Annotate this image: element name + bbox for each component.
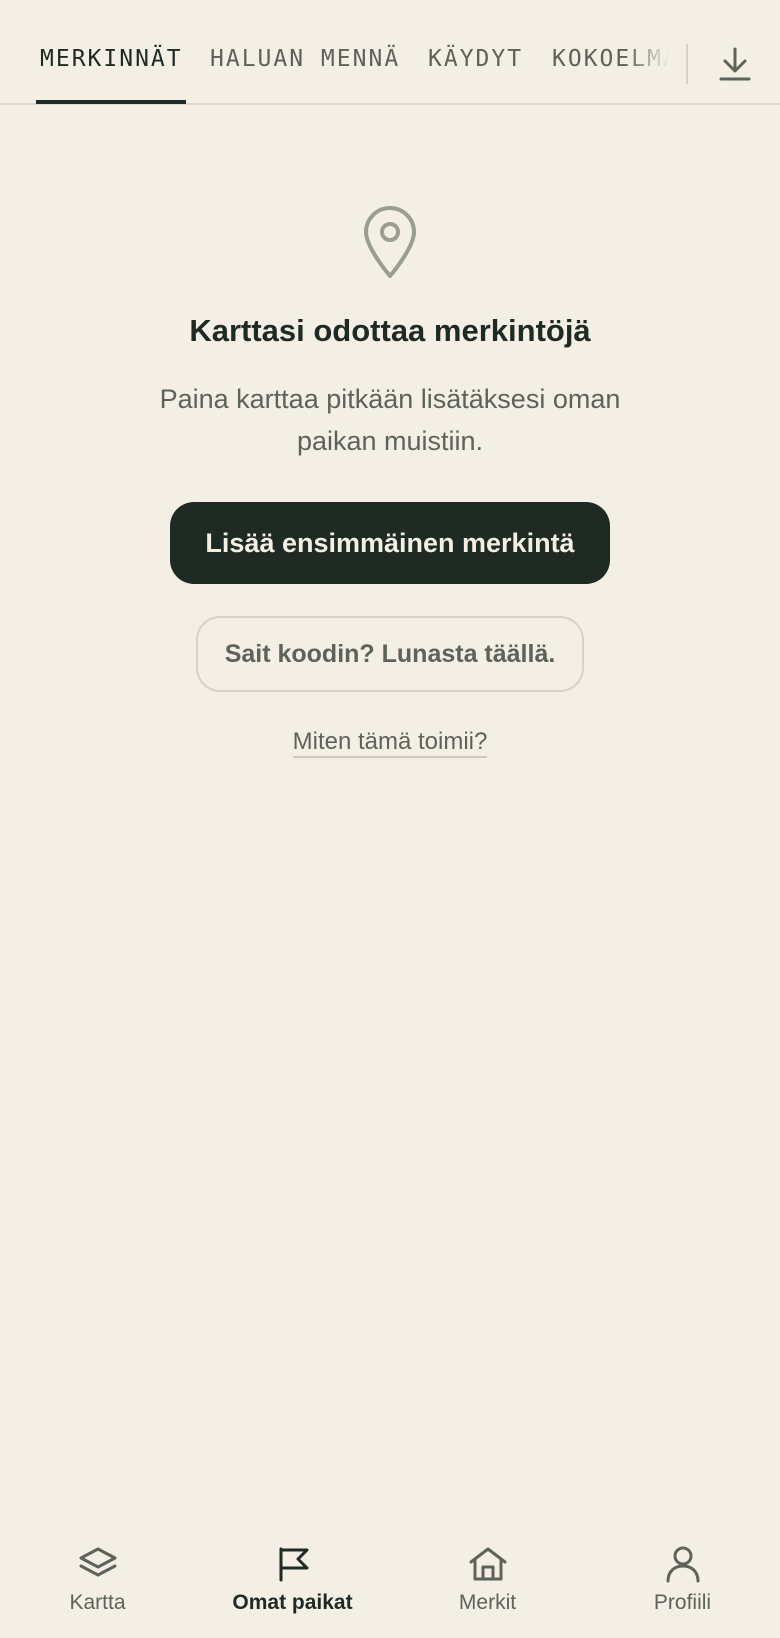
nav-item-kartta[interactable]: Kartta xyxy=(0,1530,195,1638)
user-icon xyxy=(666,1546,700,1583)
download-icon xyxy=(719,47,751,81)
redeem-code-button[interactable]: Sait koodin? Lunasta täällä. xyxy=(196,616,584,692)
tabs-fade-overlay xyxy=(626,30,688,90)
tab-divider xyxy=(686,44,688,84)
tab-kaydyt[interactable]: KÄYDYT xyxy=(428,44,523,74)
add-first-entry-button[interactable]: Lisää ensimmäinen merkintä xyxy=(170,502,610,584)
layers-icon xyxy=(79,1547,117,1577)
top-tab-bar: MERKINNÄT HALUAN MENNÄ KÄYDYT KOKOELMAT xyxy=(0,0,780,105)
tab-haluan-menna[interactable]: HALUAN MENNÄ xyxy=(210,44,400,74)
flag-icon xyxy=(279,1547,309,1582)
nav-label-merkit: Merkit xyxy=(458,1591,517,1614)
how-it-works-link[interactable]: Miten tämä toimii? xyxy=(292,728,488,758)
bottom-navigation: Kartta Omat paikat Merkit Profiili xyxy=(0,1530,780,1638)
empty-state-description: Paina karttaa pitkään lisätäksesi oman p… xyxy=(159,384,621,456)
empty-state-title: Karttasi odottaa merkintöjä xyxy=(189,313,591,348)
nav-label-profiili: Profiili xyxy=(653,1591,712,1614)
help-link-container: Miten tämä toimii? xyxy=(0,724,780,760)
nav-item-omat-paikat[interactable]: Omat paikat xyxy=(195,1530,390,1638)
nav-label-omat-paikat: Omat paikat xyxy=(232,1591,353,1614)
nav-label-kartta: Kartta xyxy=(69,1591,126,1614)
tabs-scroll-area[interactable]: MERKINNÄT HALUAN MENNÄ KÄYDYT KOKOELMAT xyxy=(0,0,688,105)
active-tab-indicator xyxy=(36,100,186,104)
tab-merkinnat[interactable]: MERKINNÄT xyxy=(40,44,183,74)
map-pin-icon xyxy=(360,204,420,280)
nav-item-merkit[interactable]: Merkit xyxy=(390,1530,585,1638)
home-icon xyxy=(469,1547,507,1581)
nav-item-profiili[interactable]: Profiili xyxy=(585,1530,780,1638)
download-button[interactable] xyxy=(716,44,754,84)
